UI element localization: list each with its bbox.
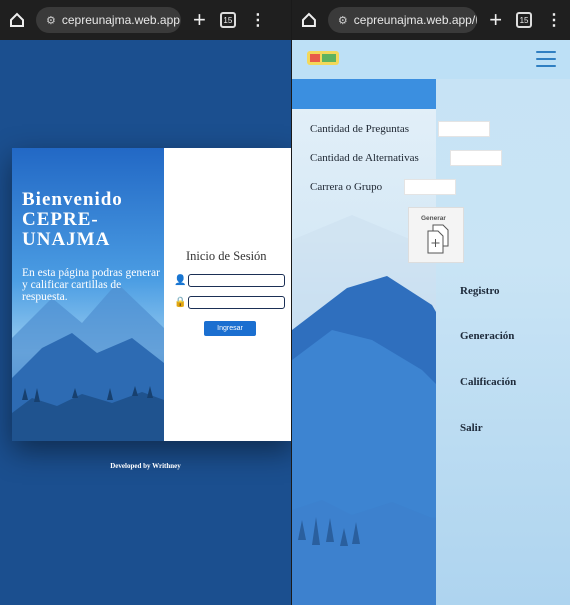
tab-count: 15 xyxy=(519,15,529,25)
more-menu-icon[interactable]: ⋮ xyxy=(546,10,562,30)
generator-screen: ⚙ cepreunajma.web.app/Pr + 15 ⋮ Cantidad… xyxy=(292,0,570,605)
menu-item-registro[interactable]: Registro xyxy=(460,285,500,297)
home-icon[interactable] xyxy=(8,11,26,29)
url-text: cepreunajma.web.app xyxy=(61,13,180,27)
welcome-heading: Bienvenido CEPRE- UNAJMA xyxy=(22,190,123,250)
address-bar[interactable]: ⚙ cepreunajma.web.app xyxy=(36,7,181,33)
username-row: 👤 xyxy=(174,274,285,287)
welcome-description: En esta página podras generar y califica… xyxy=(22,267,160,303)
add-document-icon xyxy=(427,224,449,254)
login-form: Inicio de Sesión 👤 🔒 Ingresar xyxy=(164,148,291,441)
site-settings-icon[interactable]: ⚙ xyxy=(46,14,56,27)
username-input[interactable] xyxy=(188,274,285,287)
career-label: Carrera o Grupo xyxy=(310,181,383,193)
tab-count: 15 xyxy=(223,15,233,25)
lock-icon: 🔒 xyxy=(174,297,187,308)
generator-page: Cantidad de Preguntas Cantidad de Altern… xyxy=(292,40,570,605)
cepre-logo-icon[interactable] xyxy=(306,48,340,68)
welcome-hero: Bienvenido CEPRE- UNAJMA En esta página … xyxy=(12,148,164,441)
address-bar[interactable]: ⚙ cepreunajma.web.app/Pr xyxy=(327,7,478,33)
career-input[interactable] xyxy=(404,179,456,195)
menu-item-salir[interactable]: Salir xyxy=(460,422,483,434)
menu-item-generacion[interactable]: Generación xyxy=(460,330,514,342)
menu-item-calificacion[interactable]: Calificación xyxy=(460,376,516,388)
login-screen: ⚙ cepreunajma.web.app + 15 ⋮ Bienvenido … xyxy=(0,0,291,605)
header-band xyxy=(292,79,436,109)
url-text: cepreunajma.web.app/Pr xyxy=(353,13,478,27)
questions-input[interactable] xyxy=(438,121,490,137)
more-menu-icon[interactable]: ⋮ xyxy=(250,10,266,30)
login-card: Bienvenido CEPRE- UNAJMA En esta página … xyxy=(12,148,291,441)
login-button[interactable]: Ingresar xyxy=(204,321,256,336)
generate-label: Generar xyxy=(421,215,446,222)
tab-switcher-button[interactable]: 15 xyxy=(516,12,532,28)
hamburger-menu-icon[interactable] xyxy=(536,51,556,67)
password-input[interactable] xyxy=(188,296,285,309)
login-page: Bienvenido CEPRE- UNAJMA En esta página … xyxy=(0,40,291,605)
welcome-line-3: UNAJMA xyxy=(22,229,111,250)
login-title: Inicio de Sesión xyxy=(186,249,267,263)
new-tab-icon[interactable]: + xyxy=(489,9,502,31)
developer-credit: Developed by Writhney xyxy=(110,462,181,470)
home-icon[interactable] xyxy=(300,11,318,29)
tab-switcher-button[interactable]: 15 xyxy=(219,12,236,28)
site-settings-icon[interactable]: ⚙ xyxy=(338,14,348,27)
questions-label: Cantidad de Preguntas xyxy=(310,123,409,135)
browser-toolbar: ⚙ cepreunajma.web.app + 15 ⋮ xyxy=(0,0,291,40)
alternatives-input[interactable] xyxy=(450,150,502,166)
user-icon: 👤 xyxy=(174,275,187,286)
top-navbar xyxy=(292,40,570,79)
password-row: 🔒 xyxy=(174,296,285,309)
generate-button[interactable]: Generar xyxy=(408,207,464,263)
browser-toolbar: ⚙ cepreunajma.web.app/Pr + 15 ⋮ xyxy=(292,0,570,40)
new-tab-icon[interactable]: + xyxy=(193,9,206,31)
welcome-line-1: Bienvenido xyxy=(22,189,123,210)
welcome-line-2: CEPRE- xyxy=(22,209,99,230)
alternatives-label: Cantidad de Alternativas xyxy=(310,152,419,164)
